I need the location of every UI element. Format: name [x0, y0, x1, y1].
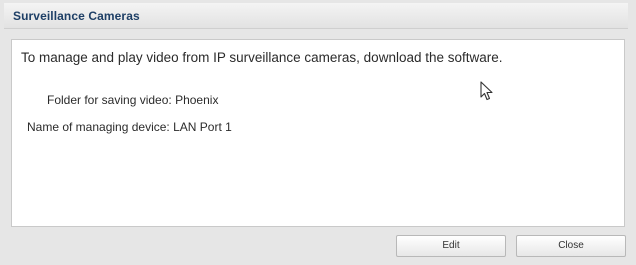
folder-label: Folder for saving video: [47, 93, 172, 107]
dialog-title: Surveillance Cameras [13, 9, 140, 23]
close-button[interactable]: Close [516, 235, 626, 257]
dialog-title-bar: Surveillance Cameras [4, 3, 628, 29]
device-label: Name of managing device: [27, 120, 170, 134]
dialog-content: To manage and play video from IP surveil… [11, 39, 625, 227]
field-row-device: Name of managing device: LAN Port 1 [27, 120, 232, 134]
folder-value: Phoenix [175, 93, 219, 107]
mouse-pointer-icon [480, 81, 493, 101]
intro-text: To manage and play video from IP surveil… [21, 50, 503, 65]
device-value: LAN Port 1 [173, 120, 232, 134]
dialog-button-bar: Edit Close [4, 232, 628, 263]
surveillance-cameras-dialog: Surveillance Cameras To manage and play … [0, 0, 636, 265]
edit-button[interactable]: Edit [396, 235, 506, 257]
field-row-folder: Folder for saving video: Phoenix [47, 93, 218, 107]
